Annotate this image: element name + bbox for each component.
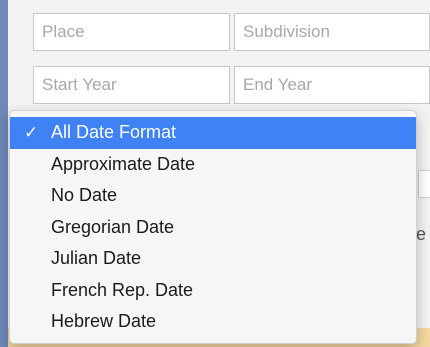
menu-item-label: French Rep. Date: [51, 279, 194, 300]
menu-item-label: All Date Format: [51, 122, 177, 142]
menu-item-label: Hebrew Date: [51, 311, 157, 331]
menu-item-label: Gregorian Date: [51, 216, 175, 237]
menu-item-gregorian-date[interactable]: Gregorian Date: [10, 212, 416, 244]
subdivision-input[interactable]: [234, 13, 430, 51]
menu-item-no-date[interactable]: No Date: [10, 180, 416, 212]
menu-item-hebrew-date[interactable]: Hebrew Date: [10, 306, 416, 338]
menu-item-french-rep-date[interactable]: French Rep. Date: [10, 275, 416, 307]
background-control: [418, 170, 430, 198]
menu-item-label: Approximate Date: [51, 153, 196, 174]
start-year-input[interactable]: [33, 66, 230, 104]
background-partial-label: e: [415, 224, 426, 244]
window-edge: [0, 0, 8, 347]
date-format-menu: ✓ All Date Format Approximate Date No Da…: [9, 110, 417, 344]
menu-item-approximate-date[interactable]: Approximate Date: [10, 149, 416, 181]
end-year-input[interactable]: [234, 66, 430, 104]
menu-item-label: No Date: [51, 185, 118, 205]
checkmark-icon: ✓: [24, 123, 39, 142]
menu-item-all-date-format[interactable]: ✓ All Date Format: [10, 117, 416, 149]
place-input[interactable]: [33, 13, 230, 51]
menu-item-label: Julian Date: [51, 248, 142, 268]
menu-item-julian-date[interactable]: Julian Date: [10, 243, 416, 275]
